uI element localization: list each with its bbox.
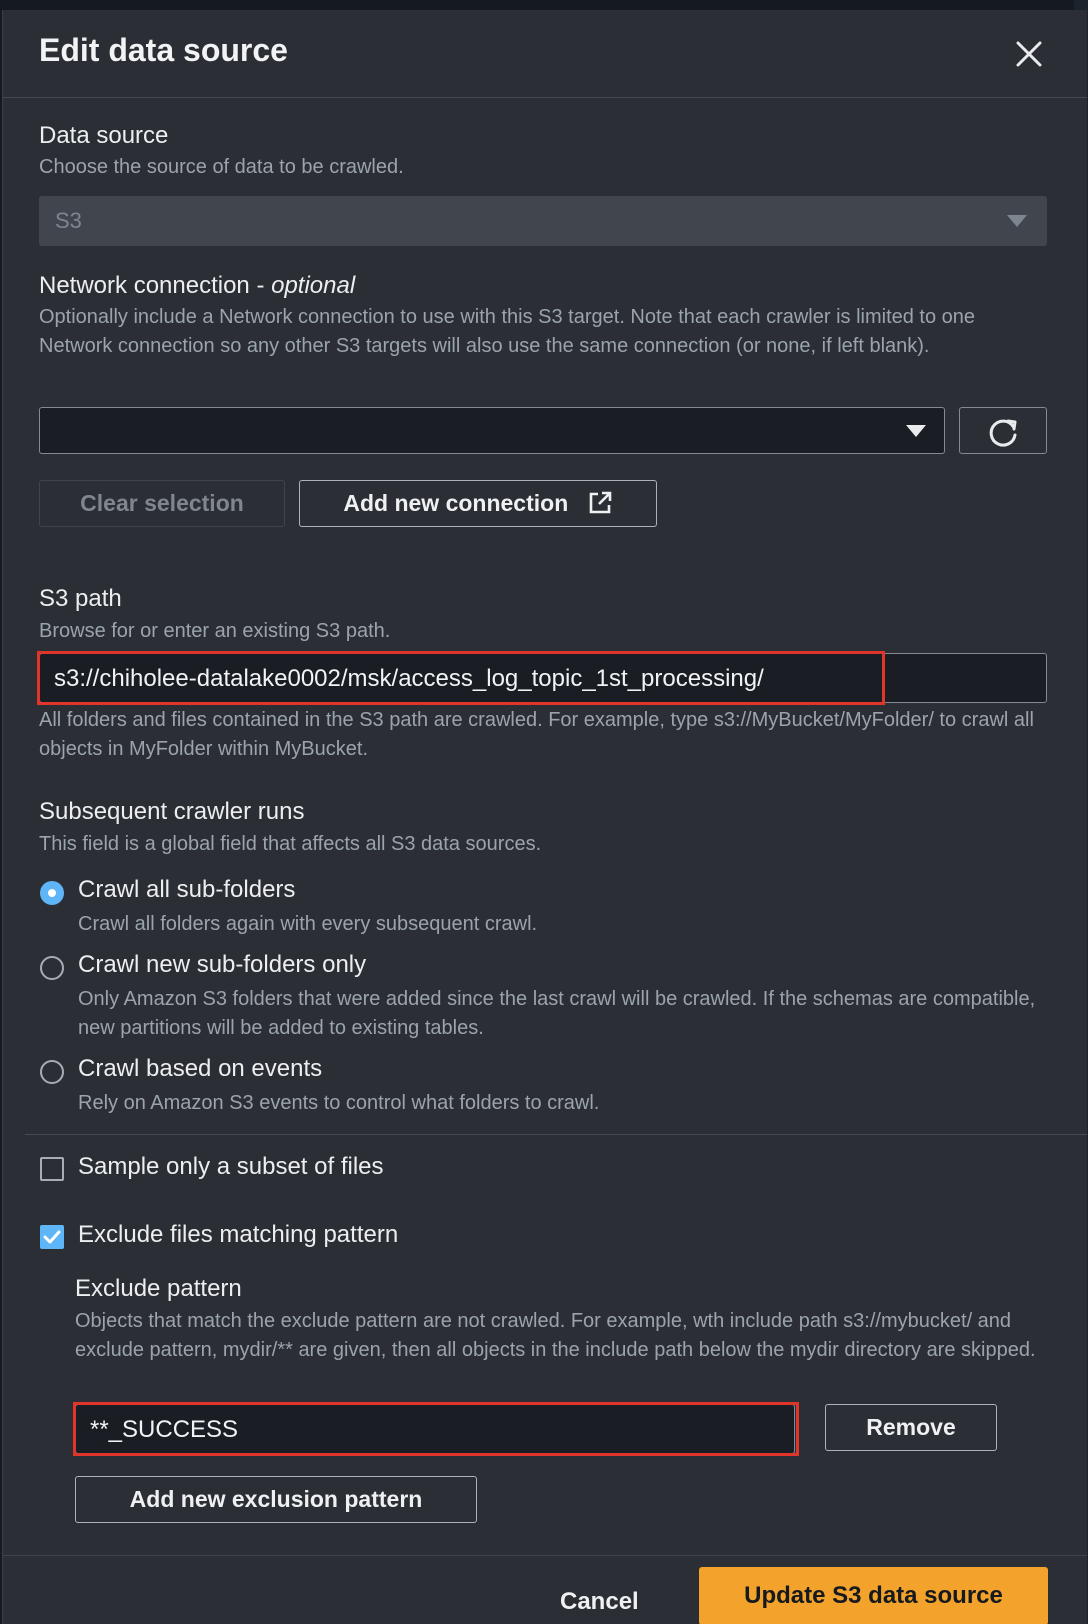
optional-tag: optional xyxy=(271,272,356,299)
refresh-icon xyxy=(989,419,1017,447)
footer-divider xyxy=(3,1555,1087,1556)
option-crawl-new-description: Only Amazon S3 folders that were added s… xyxy=(78,988,1036,1039)
option-crawl-events-description: Rely on Amazon S3 events to control what… xyxy=(78,1092,600,1114)
modal-title: Edit data source xyxy=(39,32,288,68)
cancel-button[interactable]: Cancel xyxy=(560,1588,639,1616)
subsequent-crawler-label: Subsequent crawler runs xyxy=(39,798,305,825)
subsequent-crawler-description: This field is a global field that affect… xyxy=(39,833,542,855)
close-button[interactable] xyxy=(1011,36,1047,72)
close-icon xyxy=(1016,41,1042,67)
data-source-description: Choose the source of data to be crawled. xyxy=(39,156,404,178)
add-exclusion-pattern-button[interactable]: Add new exclusion pattern xyxy=(75,1476,477,1523)
chevron-down-icon xyxy=(1007,215,1027,227)
radio-crawl-events[interactable] xyxy=(40,1060,64,1084)
data-source-select: S3 xyxy=(39,196,1047,246)
exclude-pattern-toggle-label[interactable]: Exclude files matching pattern xyxy=(78,1221,398,1249)
data-source-value: S3 xyxy=(55,208,82,233)
section-divider xyxy=(25,1134,1087,1135)
add-new-connection-label: Add new connection xyxy=(343,490,569,516)
remove-pattern-button[interactable]: Remove xyxy=(825,1404,997,1451)
network-connection-description: Optionally include a Network connection … xyxy=(39,306,976,357)
sample-subset-checkbox[interactable] xyxy=(40,1157,64,1181)
data-source-label: Data source xyxy=(39,122,169,149)
add-new-connection-button[interactable]: Add new connection xyxy=(299,480,657,527)
checkmark-icon xyxy=(43,1230,61,1244)
refresh-button[interactable] xyxy=(959,407,1047,454)
edit-data-source-modal: Edit data source Data source Choose the … xyxy=(2,10,1087,1624)
network-connection-label: Network connection - optional xyxy=(39,272,355,300)
s3-path-hint: All folders and files contained in the S… xyxy=(39,709,1034,760)
exclude-pattern-label: Exclude pattern xyxy=(75,1275,242,1302)
exclude-pattern-description: Objects that match the exclude pattern a… xyxy=(75,1310,1036,1361)
annotation-highlight xyxy=(37,651,885,705)
option-crawl-all-label[interactable]: Crawl all sub-folders xyxy=(78,876,295,904)
network-connection-select[interactable] xyxy=(39,407,945,454)
exclude-pattern-checkbox[interactable] xyxy=(40,1225,64,1249)
s3-path-description: Browse for or enter an existing S3 path. xyxy=(39,620,391,642)
modal-header: Edit data source xyxy=(3,10,1087,98)
sample-subset-label[interactable]: Sample only a subset of files xyxy=(78,1153,384,1181)
update-s3-data-source-button[interactable]: Update S3 data source xyxy=(699,1567,1048,1624)
clear-selection-button[interactable]: Clear selection xyxy=(39,480,285,527)
radio-crawl-all[interactable] xyxy=(40,881,64,905)
option-crawl-events-label[interactable]: Crawl based on events xyxy=(78,1055,322,1083)
radio-crawl-new[interactable] xyxy=(40,956,64,980)
chevron-down-icon xyxy=(906,425,926,437)
s3-path-label: S3 path xyxy=(39,585,122,612)
option-crawl-all-description: Crawl all folders again with every subse… xyxy=(78,913,538,935)
option-crawl-new-label[interactable]: Crawl new sub-folders only xyxy=(78,951,366,979)
annotation-highlight xyxy=(73,1402,799,1456)
external-link-icon xyxy=(589,491,611,514)
network-connection-label-text: Network connection - xyxy=(39,272,272,299)
